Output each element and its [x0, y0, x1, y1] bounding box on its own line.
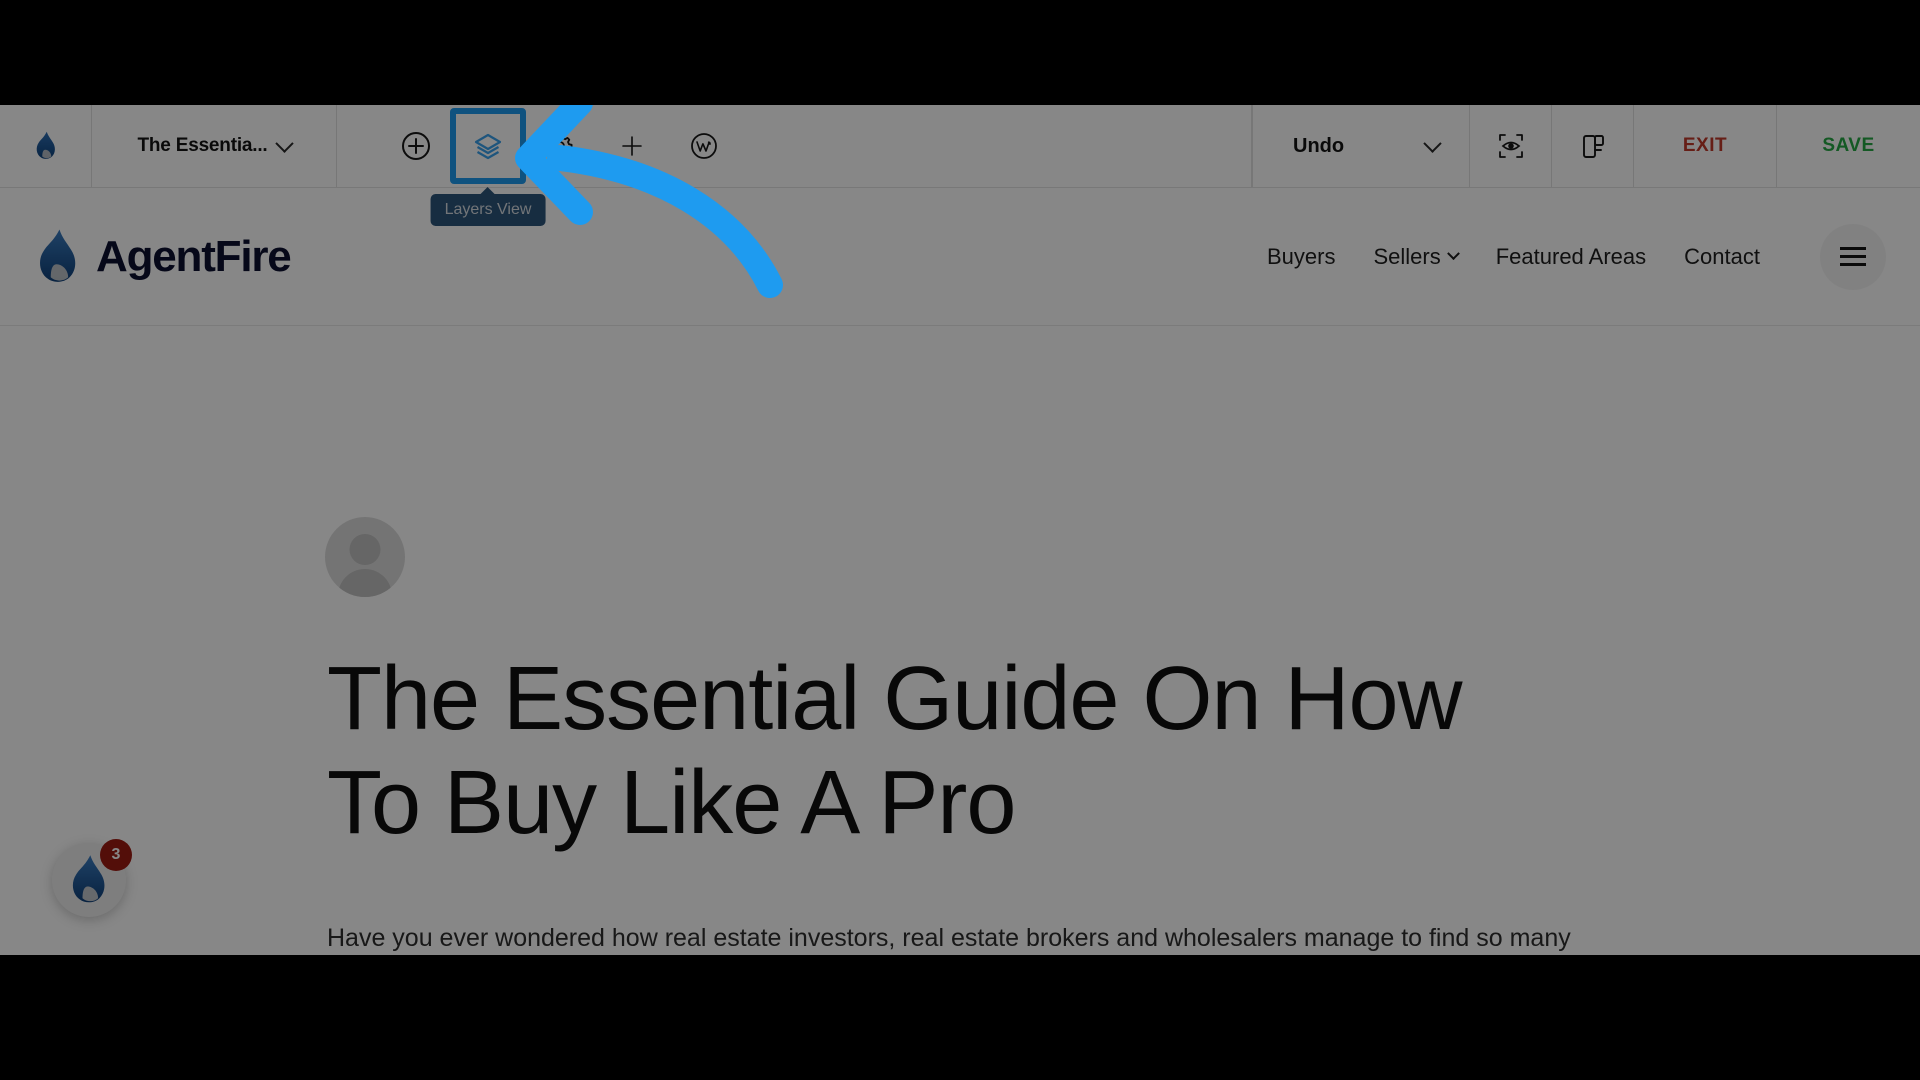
chevron-down-icon	[274, 133, 294, 153]
builder-tool-group: Layers View	[337, 105, 1252, 226]
nav-item-label: Featured Areas	[1495, 243, 1647, 269]
hamburger-menu-button[interactable]	[1820, 223, 1886, 290]
nav-item-buyers[interactable]: Buyers	[1267, 244, 1335, 270]
plus-circle-icon	[402, 132, 430, 160]
navigator-button[interactable]	[596, 105, 668, 188]
site-header: AgentFire Buyers Sellers Featured Areas …	[0, 188, 1920, 326]
page-title-selector[interactable]: The Essentia...	[92, 105, 337, 187]
add-element-button[interactable]	[380, 105, 452, 188]
site-navigation: Buyers Sellers Featured Areas Contact	[1267, 223, 1886, 290]
agentfire-flame-icon	[40, 228, 76, 282]
undo-label: Undo	[1293, 134, 1345, 157]
screenshot-root: The Essentia... Layers View Undo EXIT SA…	[0, 0, 1920, 1080]
save-button[interactable]: SAVE	[1777, 105, 1920, 187]
hamburger-menu-icon	[1840, 263, 1866, 266]
letterbox-bar-bottom	[0, 955, 1920, 1080]
user-avatar-placeholder-icon	[349, 534, 381, 565]
layers-icon	[474, 133, 502, 160]
chevron-down-icon	[1423, 133, 1442, 153]
wordpress-icon	[691, 133, 717, 159]
nav-item-label: Contact	[1684, 243, 1760, 269]
exit-button[interactable]: EXIT	[1634, 105, 1777, 187]
nav-item-label: Buyers	[1267, 243, 1336, 269]
brand-name: AgentFire	[96, 231, 292, 281]
layers-view-button[interactable]: Layers View	[430, 105, 546, 226]
undo-dropdown[interactable]: Undo	[1252, 105, 1470, 187]
chevron-down-icon	[1446, 247, 1460, 261]
settings-button[interactable]	[524, 105, 596, 188]
article-content: The Essential Guide On How To Buy Like A…	[0, 327, 1920, 955]
wordpress-button[interactable]	[668, 105, 740, 188]
hamburger-menu-icon	[1840, 247, 1866, 250]
nav-item-label: Sellers	[1373, 243, 1441, 269]
nav-item-sellers[interactable]: Sellers	[1373, 243, 1460, 270]
preview-button[interactable]	[1470, 105, 1552, 187]
nav-item-contact[interactable]: Contact	[1684, 244, 1760, 270]
page-title-text: The Essentia...	[137, 135, 268, 156]
nav-item-featured-areas[interactable]: Featured Areas	[1496, 244, 1646, 270]
user-avatar-placeholder-icon	[338, 569, 392, 597]
chat-widget-button[interactable]: 3	[52, 839, 132, 917]
site-brand[interactable]: AgentFire	[34, 228, 292, 286]
navigator-icon	[622, 136, 642, 156]
agentfire-flame-icon	[36, 131, 55, 159]
page-title: The Essential Guide On How To Buy Like A…	[327, 649, 1463, 854]
author-avatar	[325, 517, 405, 597]
gear-icon	[549, 134, 573, 158]
chat-unread-badge: 3	[100, 839, 132, 871]
article-lede-paragraph: Have you ever wondered how real estate i…	[327, 924, 1571, 952]
hamburger-menu-icon	[1840, 255, 1866, 258]
letterbox-bar-top	[0, 0, 1920, 105]
layers-view-tooltip: Layers View	[430, 193, 546, 226]
builder-logo-button[interactable]	[0, 105, 92, 187]
responsive-layout-button[interactable]	[1552, 105, 1634, 187]
app-frame: The Essentia... Layers View Undo EXIT SA…	[0, 105, 1920, 955]
responsive-layout-icon	[1582, 135, 1604, 158]
builder-toolbar: The Essentia... Layers View Undo EXIT SA…	[0, 105, 1920, 226]
preview-eye-icon	[1498, 134, 1523, 158]
